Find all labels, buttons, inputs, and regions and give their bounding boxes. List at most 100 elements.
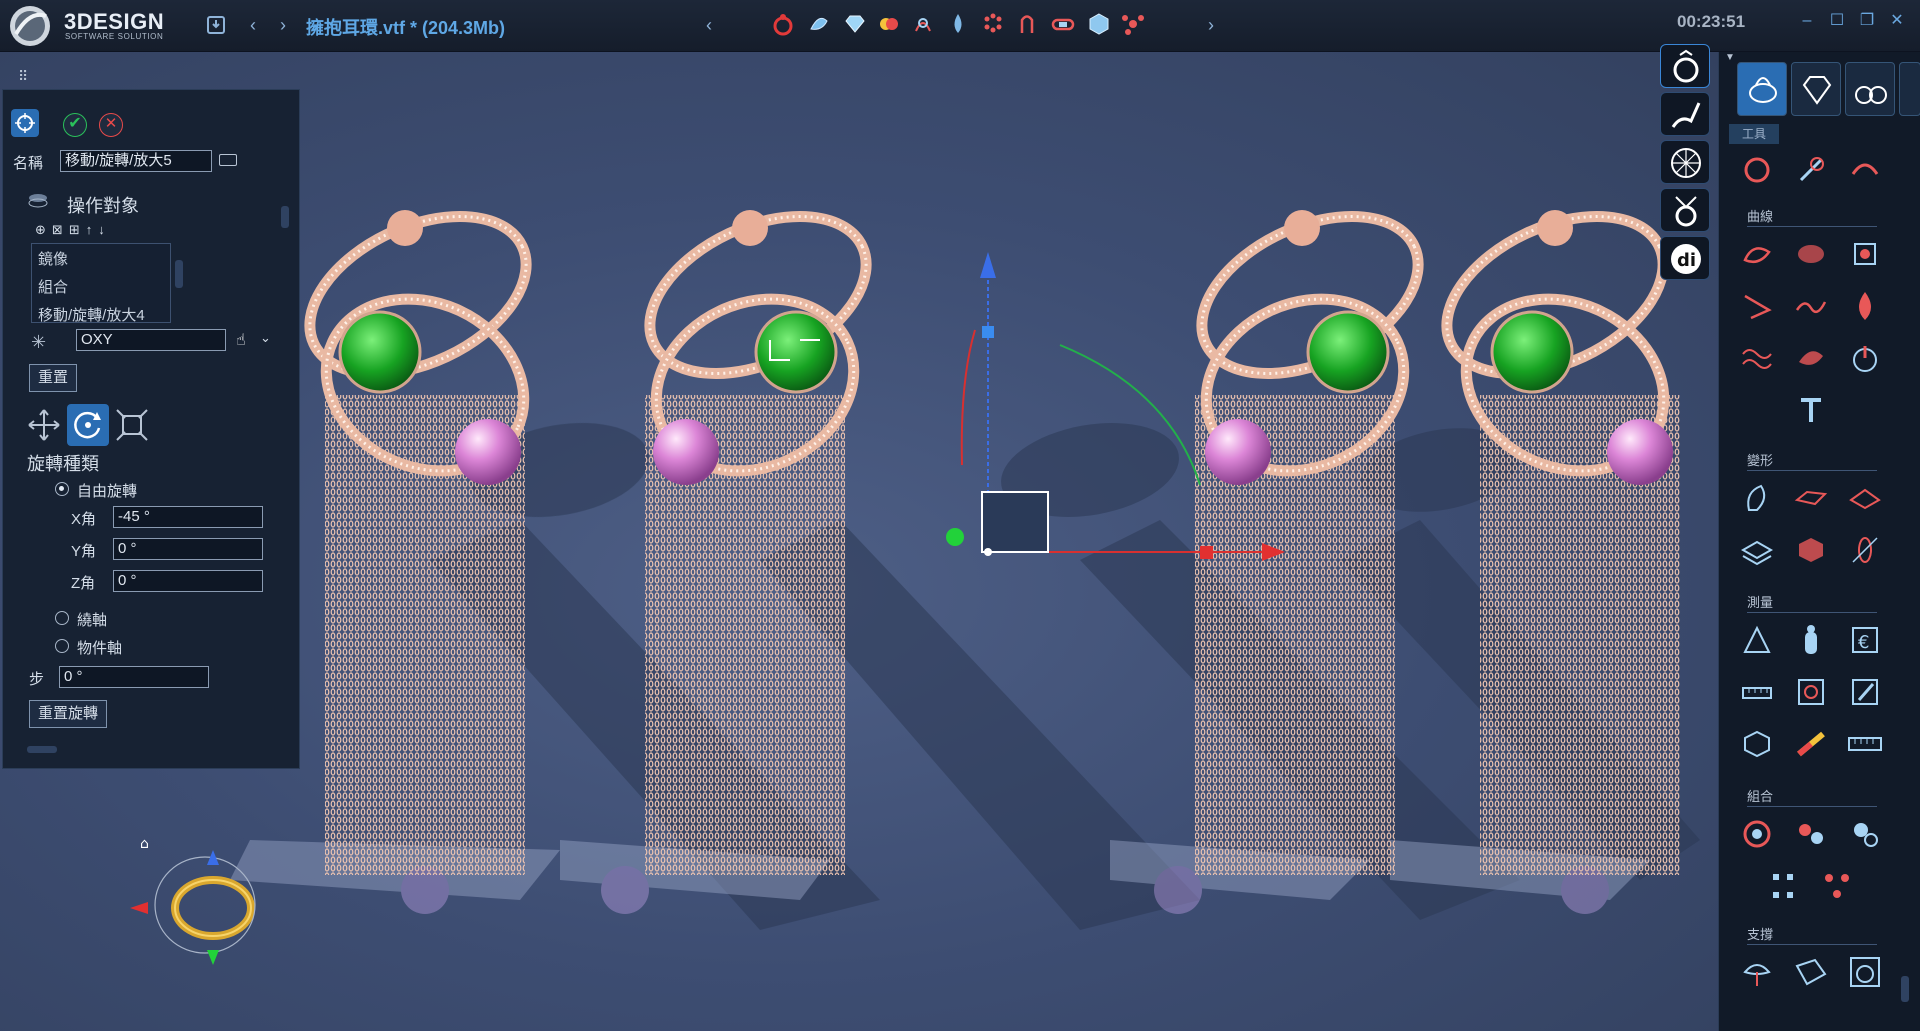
tab-more[interactable] (1899, 62, 1920, 116)
add-item-icon[interactable]: ⊕ (35, 222, 52, 237)
panel-menu-icon[interactable]: ▼ (1725, 52, 1735, 63)
text-tool-icon[interactable] (1793, 392, 1829, 428)
tool-item[interactable] (1739, 288, 1775, 324)
di-mode-icon[interactable]: di (1660, 236, 1710, 280)
reset-button[interactable]: 重置 (29, 364, 78, 392)
drop-tool-icon[interactable] (945, 11, 971, 37)
tool-item[interactable] (1739, 816, 1775, 852)
transform-mode-icon[interactable] (11, 109, 39, 137)
color-gems-tool-icon[interactable] (876, 11, 902, 37)
free-rotation-radio[interactable] (55, 482, 69, 496)
tool-item[interactable] (1793, 340, 1829, 376)
hand-pick-icon[interactable]: ☝ (236, 330, 246, 350)
tool-item[interactable] (1793, 236, 1829, 272)
panel-scrollbar-v[interactable] (281, 206, 289, 228)
move-up-icon[interactable]: ↑ (86, 222, 99, 237)
tool-panel-scrollbar[interactable] (1901, 976, 1909, 1002)
list-item[interactable]: 鏡像 (38, 248, 68, 269)
tool-item[interactable] (1793, 726, 1829, 762)
tool-item[interactable] (1847, 532, 1883, 568)
y-angle-input[interactable]: 0 ° (113, 538, 263, 560)
ruler-tool-icon[interactable] (1847, 726, 1883, 762)
prong-tool-icon[interactable] (910, 11, 936, 37)
operate-object-list[interactable]: 鏡像 組合 移動/旋轉/放大4 (31, 243, 171, 325)
move-down-icon[interactable]: ↓ (98, 222, 111, 237)
tool-item[interactable] (1793, 288, 1829, 324)
pave-tool-icon[interactable] (980, 11, 1006, 37)
maximize-icon[interactable]: ☐ (1826, 10, 1848, 32)
pendant-mode-icon[interactable] (1660, 188, 1710, 232)
tool-item[interactable] (1847, 816, 1883, 852)
tool-item[interactable] (1739, 532, 1775, 568)
view-navigator[interactable]: ⌂ (130, 836, 256, 965)
tool-item[interactable] (1847, 152, 1883, 188)
toolbar-next-icon[interactable]: › (1200, 14, 1222, 36)
tool-item[interactable] (1739, 340, 1775, 376)
scale-mode-icon[interactable] (113, 406, 151, 444)
x-angle-input[interactable]: -45 ° (113, 506, 263, 528)
tool-item[interactable] (1793, 480, 1829, 516)
minimize-icon[interactable]: – (1796, 10, 1818, 32)
panel-grid-handle[interactable]: ⠿ (18, 68, 28, 85)
toolbar-prev-icon[interactable]: ‹ (698, 14, 720, 36)
tool-item[interactable] (1793, 622, 1829, 658)
object-axis-radio[interactable] (55, 639, 69, 653)
bangle-tool-icon[interactable] (806, 11, 832, 37)
expand-icon[interactable]: ⌄ (260, 330, 271, 346)
restore-icon[interactable]: ❐ (1856, 10, 1878, 32)
name-input[interactable]: 移動/旋轉/放大5 (60, 150, 212, 172)
tool-item[interactable] (1739, 954, 1775, 990)
price-tool-icon[interactable]: € (1847, 622, 1883, 658)
tool-item[interactable] (1739, 726, 1775, 762)
tool-item[interactable] (1847, 954, 1883, 990)
list-item[interactable]: 移動/旋轉/放大4 (38, 304, 145, 325)
step-input[interactable]: 0 ° (59, 666, 209, 688)
panel-scrollbar-h[interactable] (27, 746, 57, 753)
tool-item[interactable] (1793, 532, 1829, 568)
mesh-mode-icon[interactable] (1660, 140, 1710, 184)
tool-item[interactable] (1793, 674, 1829, 710)
save-icon[interactable] (205, 14, 227, 36)
tool-item[interactable] (1765, 868, 1801, 904)
tool-item[interactable] (1739, 480, 1775, 516)
close-icon[interactable]: ✕ (99, 113, 123, 137)
tool-item[interactable] (1847, 340, 1883, 376)
tool-item[interactable] (1739, 236, 1775, 272)
plane-input[interactable]: OXY (76, 329, 226, 351)
earring-model[interactable] (285, 185, 552, 875)
keyboard-icon[interactable] (219, 154, 237, 166)
list-item[interactable]: 組合 (38, 276, 68, 297)
around-axis-radio[interactable] (55, 611, 69, 625)
ring-mode-icon[interactable] (1660, 44, 1710, 88)
tool-item[interactable] (1793, 816, 1829, 852)
reset-rotation-button[interactable]: 重置旋轉 (29, 700, 108, 728)
arrow-left-icon[interactable]: ‹ (242, 14, 264, 36)
tab-tools[interactable] (1737, 62, 1787, 116)
ring-tool-icon[interactable] (770, 11, 796, 37)
molecule-tool-icon[interactable] (1120, 11, 1146, 37)
close-window-icon[interactable]: ✕ (1886, 10, 1908, 32)
tool-item[interactable] (1819, 868, 1855, 904)
tool-item[interactable] (1847, 288, 1883, 324)
earring-model[interactable] (625, 185, 891, 875)
earring-model[interactable] (1422, 185, 1692, 875)
gem-tool-icon[interactable] (842, 11, 868, 37)
insert-item-icon[interactable]: ⊞ (69, 222, 86, 237)
remove-item-icon[interactable]: ⊠ (52, 222, 69, 237)
tab-gems[interactable] (1791, 62, 1841, 116)
tool-item[interactable] (1847, 480, 1883, 516)
tool-item[interactable] (1793, 954, 1829, 990)
tool-item[interactable] (1739, 674, 1775, 710)
tool-item[interactable] (1847, 674, 1883, 710)
tab-rings[interactable] (1845, 62, 1895, 116)
setting-tool-icon[interactable] (1014, 11, 1040, 37)
rotate-mode-icon[interactable] (67, 404, 109, 446)
tool-item[interactable] (1739, 152, 1775, 188)
tool-item[interactable] (1847, 236, 1883, 272)
cube-tool-icon[interactable] (1086, 11, 1112, 37)
sketch-mode-icon[interactable] (1660, 92, 1710, 136)
tool-item[interactable] (1739, 622, 1775, 658)
list-scrollbar[interactable] (175, 260, 183, 288)
check-icon[interactable]: ✔ (63, 113, 87, 137)
tool-item[interactable] (1793, 152, 1829, 188)
